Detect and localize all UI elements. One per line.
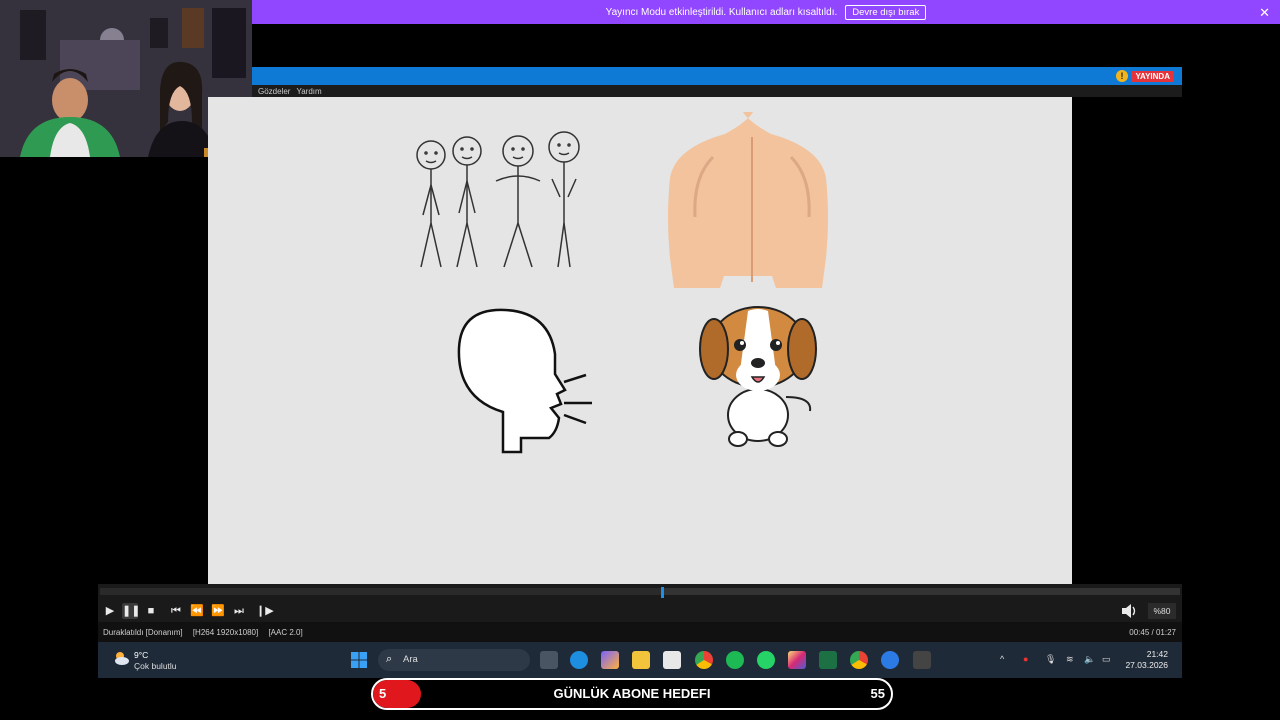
video-content xyxy=(416,112,828,454)
menu-favorites[interactable]: Gözdeler xyxy=(258,87,290,96)
frame-step-icon[interactable]: ❙▶ xyxy=(256,603,274,619)
streamer-mode-banner: Yayıncı Modu etkinleştirildi. Kullanıcı … xyxy=(252,0,1280,24)
player-controls: ▶ ❚❚ ■ ⏮ ⏪ ⏩ ⏭ ❙▶ %80 xyxy=(98,600,1182,622)
player-menubar: Gözdeler Yardım xyxy=(252,85,1182,97)
copilot-icon[interactable] xyxy=(601,651,619,669)
app-tray-icon[interactable]: ● xyxy=(1023,654,1028,664)
windows-start-icon[interactable] xyxy=(350,651,368,669)
search-placeholder: Ara xyxy=(403,654,418,665)
media-player-icon[interactable] xyxy=(913,651,931,669)
file-explorer-icon[interactable] xyxy=(632,651,650,669)
seek-track[interactable] xyxy=(100,587,1180,598)
video-codec: [H264 1920x1080] xyxy=(192,628,259,637)
spotify-icon[interactable] xyxy=(726,651,744,669)
warning-icon: ! xyxy=(1116,70,1128,82)
play-icon[interactable]: ▶ xyxy=(102,603,118,619)
stop-icon[interactable]: ■ xyxy=(143,603,159,619)
fast-forward-icon[interactable]: ⏩ xyxy=(210,603,226,619)
taskbar-clock[interactable]: 21:42 27.03.2026 xyxy=(1125,649,1168,671)
instagram-icon[interactable] xyxy=(788,651,806,669)
clock-date: 27.03.2026 xyxy=(1125,660,1168,670)
search-icon: ⌕ xyxy=(386,653,393,665)
player-statusbar: Duraklatıldı [Donanım] [H264 1920x1080] … xyxy=(98,622,1182,642)
human-back-illustration xyxy=(668,112,828,288)
seek-bar[interactable] xyxy=(98,584,1182,600)
whatsapp-icon[interactable] xyxy=(757,651,775,669)
volume-icon[interactable] xyxy=(1120,603,1138,619)
excel-icon[interactable] xyxy=(819,651,837,669)
taskbar-search[interactable]: ⌕ Ara xyxy=(378,649,530,671)
menu-help[interactable]: Yardım xyxy=(296,87,321,96)
seek-handle[interactable] xyxy=(660,587,664,598)
goal-title: GÜNLÜK ABONE HEDEFI xyxy=(553,686,711,701)
speaking-head-icon xyxy=(457,308,592,454)
clock-time: 21:42 xyxy=(1146,649,1168,659)
weather-temp: 9°C xyxy=(134,650,149,660)
battery-icon[interactable]: ▭ xyxy=(1102,654,1111,665)
volume-level[interactable]: %80 xyxy=(1148,603,1176,619)
windows-taskbar: 9°C Çok bulutlu ⌕ Ara ^ ● 🎙 ≋ 🔈 ▭ 21:42 … xyxy=(98,642,1182,678)
speaker-icon[interactable]: 🔈 xyxy=(1084,654,1095,665)
rewind-icon[interactable]: ⏪ xyxy=(189,603,205,619)
skip-start-icon[interactable]: ⏮ xyxy=(168,603,184,619)
chevron-up-icon[interactable]: ^ xyxy=(1000,654,1004,664)
playback-state: Duraklatıldı [Donanım] xyxy=(103,628,183,637)
microphone-icon[interactable]: 🎙 xyxy=(1045,654,1056,665)
subscriber-goal-bar: 5 GÜNLÜK ABONE HEDEFI 55 xyxy=(371,678,893,710)
close-icon[interactable]: ✕ xyxy=(1259,5,1270,21)
chrome-profile-icon[interactable] xyxy=(850,651,868,669)
live-badge: YAYINDA xyxy=(1131,71,1174,82)
task-view-icon[interactable] xyxy=(540,651,558,669)
store-icon[interactable] xyxy=(663,651,681,669)
wifi-icon[interactable]: ≋ xyxy=(1066,654,1074,665)
skip-end-icon[interactable]: ⏭ xyxy=(231,603,247,619)
weather-icon xyxy=(115,652,129,665)
edge-icon[interactable] xyxy=(570,651,588,669)
pause-icon[interactable]: ❚❚ xyxy=(122,603,140,619)
chrome-icon[interactable] xyxy=(695,651,713,669)
weather-desc: Çok bulutlu xyxy=(134,661,177,671)
playback-time: 00:45 / 01:27 xyxy=(1129,628,1176,637)
app-icon[interactable] xyxy=(881,651,899,669)
goal-target-count: 55 xyxy=(870,686,885,701)
banner-text: Yayıncı Modu etkinleştirildi. Kullanıcı … xyxy=(605,6,838,18)
video-frame[interactable] xyxy=(208,97,1072,584)
audio-codec: [AAC 2.0] xyxy=(268,628,303,637)
seek-progress xyxy=(100,588,662,595)
puppy-illustration xyxy=(699,306,817,447)
stick-figures-illustration xyxy=(416,131,580,268)
disable-streamer-mode-button[interactable]: Devre dışı bırak xyxy=(845,4,927,20)
player-titlebar: ! YAYINDA xyxy=(252,67,1182,85)
